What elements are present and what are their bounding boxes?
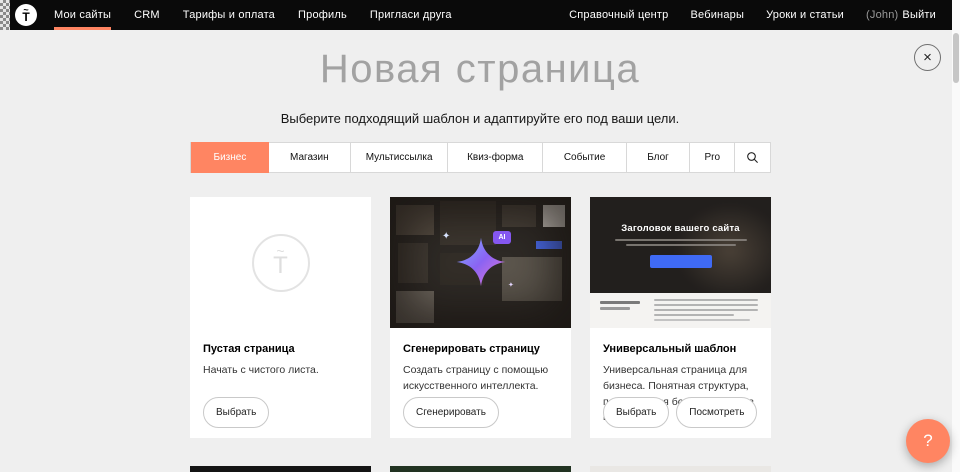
nav-crm[interactable]: CRM — [134, 0, 160, 30]
primary-nav: Мои сайты CRM Тарифы и оплата Профиль Пр… — [54, 0, 452, 30]
partial-template-card[interactable] — [190, 466, 371, 472]
topbar: ~ T Мои сайты CRM Тарифы и оплата Профил… — [0, 0, 952, 30]
view-universal-button[interactable]: Посмотреть — [676, 397, 757, 428]
username: (John) — [866, 9, 898, 21]
tilda-watermark-icon: ~T — [252, 234, 310, 292]
ai-generate-preview: ✦ ✦ AI — [390, 197, 571, 328]
preview-cta-button — [650, 255, 712, 268]
nav-my-sites[interactable]: Мои сайты — [54, 0, 111, 30]
tab-quiz-form[interactable]: Квиз-форма — [448, 143, 543, 172]
scrollbar-track[interactable] — [952, 0, 960, 472]
template-card-universal: Заголовок вашего сайта Универсальный шаб… — [590, 197, 771, 438]
blank-page-preview: ~T — [190, 197, 371, 328]
partial-template-card[interactable] — [590, 466, 771, 472]
nav-lessons-articles[interactable]: Уроки и статьи — [766, 0, 844, 30]
template-card-blank-page: ~T Пустая страница Начать с чистого лист… — [190, 197, 371, 438]
nav-plans-payment[interactable]: Тарифы и оплата — [183, 0, 275, 30]
tab-store[interactable]: Магазин — [269, 143, 351, 172]
help-button[interactable]: ? — [906, 419, 950, 463]
template-card-ai-generate: ✦ ✦ AI Сгенерировать страницу Создать ст… — [390, 197, 571, 438]
tab-business[interactable]: Бизнес — [191, 142, 269, 173]
card-title: Сгенерировать страницу — [403, 343, 558, 355]
preview-hero: Заголовок вашего сайта — [590, 197, 771, 293]
template-category-tabs: Бизнес Магазин Мультиссылка Квиз-форма С… — [190, 142, 771, 173]
universal-template-preview: Заголовок вашего сайта — [590, 197, 771, 328]
card-title: Пустая страница — [203, 343, 358, 355]
nav-profile[interactable]: Профиль — [298, 0, 347, 30]
nav-invite-friend[interactable]: Пригласи друга — [370, 0, 452, 30]
nav-logout[interactable]: (John) Выйти — [866, 0, 936, 30]
secondary-nav: Справочный центр Вебинары Уроки и статьи… — [569, 0, 936, 30]
partial-template-card[interactable] — [390, 466, 571, 472]
preview-heading: Заголовок вашего сайта — [590, 223, 771, 234]
card-description: Начать с чистого листа. — [203, 363, 358, 379]
tab-search[interactable] — [735, 143, 770, 172]
logo-letter: T — [22, 12, 29, 23]
tab-multilink[interactable]: Мультиссылка — [351, 143, 449, 172]
card-title: Универсальный шаблон — [603, 343, 758, 355]
logout-label: Выйти — [902, 9, 936, 21]
scrollbar-thumb[interactable] — [953, 33, 959, 83]
small-sparkle-icon: ✦ — [442, 231, 450, 242]
tilda-logo[interactable]: ~ T — [15, 4, 37, 26]
small-sparkle-icon: ✦ — [508, 281, 514, 289]
tab-event[interactable]: Событие — [543, 143, 627, 172]
nav-webinars[interactable]: Вебинары — [690, 0, 744, 30]
generate-button[interactable]: Сгенерировать — [403, 397, 499, 428]
choose-blank-button[interactable]: Выбрать — [203, 397, 269, 428]
card-description: Создать страницу с помощью искусственног… — [403, 363, 558, 395]
page-subtitle: Выберите подходящий шаблон и адаптируйте… — [0, 111, 960, 126]
tab-pro[interactable]: Pro — [690, 143, 735, 172]
tab-blog[interactable]: Блог — [627, 143, 690, 172]
edge-texture — [0, 0, 10, 30]
search-icon — [746, 151, 759, 164]
choose-universal-button[interactable]: Выбрать — [603, 397, 669, 428]
ai-badge: AI — [493, 231, 511, 244]
page-title: Новая страница — [0, 47, 960, 92]
nav-help-center[interactable]: Справочный центр — [569, 0, 668, 30]
preview-subtext — [590, 239, 771, 249]
preview-text-section — [590, 293, 771, 328]
